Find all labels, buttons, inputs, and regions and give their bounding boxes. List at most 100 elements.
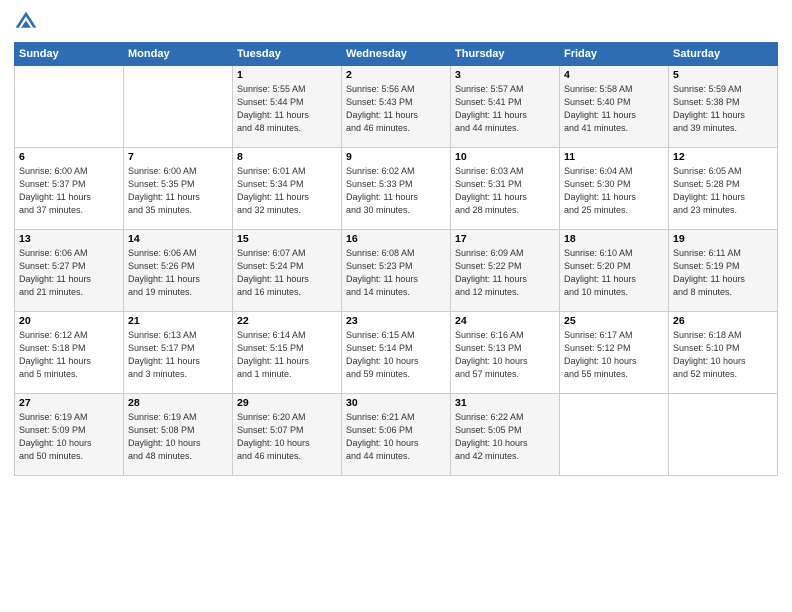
logo-icon [14,10,38,34]
day-number: 25 [564,315,664,327]
calendar-cell: 9 Sunrise: 6:02 AM Sunset: 5:33 PM Daylig… [342,148,451,230]
calendar-cell [669,394,778,476]
day-info: Sunrise: 6:06 AM Sunset: 5:27 PM Dayligh… [19,247,119,299]
calendar-cell: 6Sunrise: 6:00 AM Sunset: 5:37 PM Daylig… [15,148,124,230]
calendar-cell [15,66,124,148]
calendar-cell: 22 Sunrise: 6:14 AM Sunset: 5:15 PM Dayli… [233,312,342,394]
calendar-header-row: SundayMondayTuesdayWednesdayThursdayFrid… [15,43,778,66]
day-number: 24 [455,315,555,327]
calendar-cell: 16 Sunrise: 6:08 AM Sunset: 5:23 PM Dayli… [342,230,451,312]
calendar-cell: 29 Sunrise: 6:20 AM Sunset: 5:07 PM Dayli… [233,394,342,476]
day-number: 11 [564,151,664,163]
calendar-cell: 25 Sunrise: 6:17 AM Sunset: 5:12 PM Dayli… [560,312,669,394]
day-number: 14 [128,233,228,245]
calendar-cell: 1Sunrise: 5:55 AM Sunset: 5:44 PM Daylig… [233,66,342,148]
day-number: 10 [455,151,555,163]
day-info: Sunrise: 6:12 AM Sunset: 5:18 PM Dayligh… [19,329,119,381]
calendar-cell: 17 Sunrise: 6:09 AM Sunset: 5:22 PM Dayli… [451,230,560,312]
calendar-week-5: 27Sunrise: 6:19 AM Sunset: 5:09 PM Dayli… [15,394,778,476]
day-info: Sunrise: 6:21 AM Sunset: 5:06 PM Dayligh… [346,411,446,463]
day-info: Sunrise: 5:58 AM Sunset: 5:40 PM Dayligh… [564,83,664,135]
day-info: Sunrise: 6:19 AM Sunset: 5:09 PM Dayligh… [19,411,119,463]
calendar-cell: 5 Sunrise: 5:59 AM Sunset: 5:38 PM Daylig… [669,66,778,148]
day-number: 28 [128,397,228,409]
day-number: 4 [564,69,664,81]
day-info: Sunrise: 6:10 AM Sunset: 5:20 PM Dayligh… [564,247,664,299]
day-number: 20 [19,315,119,327]
calendar-week-2: 6Sunrise: 6:00 AM Sunset: 5:37 PM Daylig… [15,148,778,230]
day-info: Sunrise: 6:00 AM Sunset: 5:37 PM Dayligh… [19,165,119,217]
weekday-header-monday: Monday [124,43,233,66]
calendar-cell: 8 Sunrise: 6:01 AM Sunset: 5:34 PM Daylig… [233,148,342,230]
calendar-cell: 21 Sunrise: 6:13 AM Sunset: 5:17 PM Dayli… [124,312,233,394]
weekday-header-sunday: Sunday [15,43,124,66]
day-info: Sunrise: 6:02 AM Sunset: 5:33 PM Dayligh… [346,165,446,217]
day-info: Sunrise: 6:04 AM Sunset: 5:30 PM Dayligh… [564,165,664,217]
weekday-header-wednesday: Wednesday [342,43,451,66]
day-number: 18 [564,233,664,245]
calendar-cell: 14 Sunrise: 6:06 AM Sunset: 5:26 PM Dayli… [124,230,233,312]
calendar-cell: 7 Sunrise: 6:00 AM Sunset: 5:35 PM Daylig… [124,148,233,230]
calendar-cell: 28 Sunrise: 6:19 AM Sunset: 5:08 PM Dayli… [124,394,233,476]
calendar-cell: 3 Sunrise: 5:57 AM Sunset: 5:41 PM Daylig… [451,66,560,148]
day-info: Sunrise: 6:20 AM Sunset: 5:07 PM Dayligh… [237,411,337,463]
day-number: 19 [673,233,773,245]
day-info: Sunrise: 6:19 AM Sunset: 5:08 PM Dayligh… [128,411,228,463]
day-number: 13 [19,233,119,245]
calendar-page: SundayMondayTuesdayWednesdayThursdayFrid… [0,0,792,612]
day-info: Sunrise: 6:18 AM Sunset: 5:10 PM Dayligh… [673,329,773,381]
day-info: Sunrise: 5:59 AM Sunset: 5:38 PM Dayligh… [673,83,773,135]
calendar-cell: 23Sunrise: 6:15 AM Sunset: 5:14 PM Dayli… [342,312,451,394]
header [14,10,778,34]
day-number: 17 [455,233,555,245]
day-number: 16 [346,233,446,245]
day-number: 1 [237,69,337,81]
day-info: Sunrise: 6:08 AM Sunset: 5:23 PM Dayligh… [346,247,446,299]
calendar-week-3: 13 Sunrise: 6:06 AM Sunset: 5:27 PM Dayli… [15,230,778,312]
calendar-cell: 19 Sunrise: 6:11 AM Sunset: 5:19 PM Dayli… [669,230,778,312]
day-info: Sunrise: 6:14 AM Sunset: 5:15 PM Dayligh… [237,329,337,381]
day-info: Sunrise: 6:16 AM Sunset: 5:13 PM Dayligh… [455,329,555,381]
weekday-header-saturday: Saturday [669,43,778,66]
calendar-cell: 20 Sunrise: 6:12 AM Sunset: 5:18 PM Dayli… [15,312,124,394]
day-info: Sunrise: 6:01 AM Sunset: 5:34 PM Dayligh… [237,165,337,217]
calendar-cell: 12Sunrise: 6:05 AM Sunset: 5:28 PM Dayli… [669,148,778,230]
day-number: 15 [237,233,337,245]
day-info: Sunrise: 6:09 AM Sunset: 5:22 PM Dayligh… [455,247,555,299]
day-number: 12 [673,151,773,163]
calendar-cell: 24 Sunrise: 6:16 AM Sunset: 5:13 PM Dayli… [451,312,560,394]
day-info: Sunrise: 6:17 AM Sunset: 5:12 PM Dayligh… [564,329,664,381]
day-number: 8 [237,151,337,163]
day-info: Sunrise: 5:57 AM Sunset: 5:41 PM Dayligh… [455,83,555,135]
day-info: Sunrise: 5:56 AM Sunset: 5:43 PM Dayligh… [346,83,446,135]
calendar-cell [560,394,669,476]
day-number: 22 [237,315,337,327]
calendar-cell [124,66,233,148]
day-number: 5 [673,69,773,81]
calendar-cell: 13 Sunrise: 6:06 AM Sunset: 5:27 PM Dayli… [15,230,124,312]
calendar-cell: 10Sunrise: 6:03 AM Sunset: 5:31 PM Dayli… [451,148,560,230]
day-info: Sunrise: 6:06 AM Sunset: 5:26 PM Dayligh… [128,247,228,299]
calendar-cell: 2 Sunrise: 5:56 AM Sunset: 5:43 PM Daylig… [342,66,451,148]
day-info: Sunrise: 6:22 AM Sunset: 5:05 PM Dayligh… [455,411,555,463]
day-number: 21 [128,315,228,327]
day-number: 9 [346,151,446,163]
weekday-header-friday: Friday [560,43,669,66]
calendar-week-1: 1Sunrise: 5:55 AM Sunset: 5:44 PM Daylig… [15,66,778,148]
day-number: 2 [346,69,446,81]
day-number: 26 [673,315,773,327]
day-number: 3 [455,69,555,81]
weekday-header-tuesday: Tuesday [233,43,342,66]
day-info: Sunrise: 6:07 AM Sunset: 5:24 PM Dayligh… [237,247,337,299]
calendar-cell: 30Sunrise: 6:21 AM Sunset: 5:06 PM Dayli… [342,394,451,476]
calendar-cell: 31Sunrise: 6:22 AM Sunset: 5:05 PM Dayli… [451,394,560,476]
logo [14,10,42,34]
day-number: 7 [128,151,228,163]
calendar-cell: 11 Sunrise: 6:04 AM Sunset: 5:30 PM Dayli… [560,148,669,230]
calendar-cell: 18 Sunrise: 6:10 AM Sunset: 5:20 PM Dayli… [560,230,669,312]
day-info: Sunrise: 6:11 AM Sunset: 5:19 PM Dayligh… [673,247,773,299]
day-info: Sunrise: 6:13 AM Sunset: 5:17 PM Dayligh… [128,329,228,381]
calendar-cell: 15 Sunrise: 6:07 AM Sunset: 5:24 PM Dayli… [233,230,342,312]
day-number: 29 [237,397,337,409]
day-info: Sunrise: 6:00 AM Sunset: 5:35 PM Dayligh… [128,165,228,217]
